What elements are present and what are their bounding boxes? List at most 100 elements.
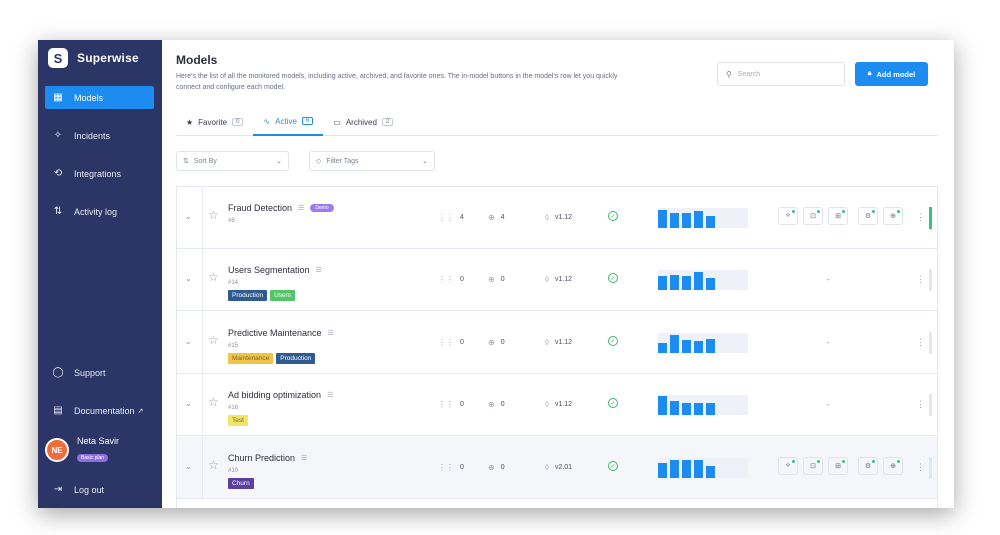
brand-name: Superwise [77,51,139,65]
model-tabs: ★ Favorite 0 ∿ Active 6 ▭ Archived 2 [176,108,938,136]
sidebar-item-incidents[interactable]: ✧ Incidents [45,124,154,147]
activity-bar [682,276,691,290]
schema-icon[interactable]: ⊞ [828,207,848,225]
tags: Test [228,415,248,426]
check-circle-icon: ✓ [608,211,618,221]
add-model-label: Add model [876,69,916,79]
data-icon[interactable]: ⊡ [803,457,823,475]
segments-value: 0 [460,276,464,283]
version-icon: ◊ [545,275,549,284]
user-name: Neta Savir [77,436,120,446]
more-options-icon[interactable]: ⋮ [916,212,925,223]
list-icon: ☰ [327,392,334,399]
activity-bar [658,343,667,353]
divider [202,187,203,249]
settings-icon[interactable]: ⚙ [858,457,878,475]
app-window: S Superwise ▦ Models ✧ Incidents ⟲ Integ… [38,40,954,508]
version-value: v1.12 [554,276,573,283]
more-options-icon[interactable]: ⋮ [916,337,925,348]
sidebar-item-activity-log[interactable]: ⇅ Activity log [45,200,154,223]
add-model-button[interactable]: 🔒︎ Add model [855,62,928,86]
archive-icon: ▭ [333,117,341,127]
filter-tags-dropdown[interactable]: ◇ Filter Tags ⌄ [309,151,435,171]
grid-icon: ▦ [53,92,63,103]
connect-icon[interactable]: ⟡ [778,207,798,225]
tab-archived[interactable]: ▭ Archived 2 [323,108,403,136]
search-box[interactable]: ⚲ [717,62,845,86]
version: ◊ v1.12 [545,213,572,222]
table-row[interactable]: ⌄ ☆ Predictive Maintenance ☰ #15 Maintenance P… [177,312,937,374]
tag-badge: Maintenance [228,353,274,364]
tab-label: Archived [345,117,377,127]
tab-count: 0 [232,118,244,126]
activity-bar [694,272,703,290]
models-table: ⌄ ☆ Fraud Detection ☰ Demo #8 ⋮⋮ 4 ⊕ 4 ◊ v1.12 ✓ ⟡ ⊡ ⊞ ⚙… [176,186,938,508]
sidebar-item-integrations[interactable]: ⟲ Integrations [45,162,154,185]
magnifier-icon: ⊕ [488,338,495,347]
search-input[interactable] [737,70,828,78]
monitor-icon[interactable]: ⊕ [883,207,903,225]
version-icon: ◊ [545,213,549,222]
activity-bar [706,403,715,415]
version: ◊ v2.01 [545,463,572,472]
check-circle-icon: ✓ [608,461,618,471]
arrows-icon: ⇅ [53,206,63,217]
tag-badge: Production [228,290,268,301]
chevron-down-icon[interactable]: ⌄ [185,274,192,283]
model-name[interactable]: Predictive Maintenance [228,328,322,338]
sort-icon: ⇅ [183,158,189,165]
chevron-down-icon[interactable]: ⌄ [185,399,192,408]
version-icon: ◊ [545,338,549,347]
more-options-icon[interactable]: ⋮ [916,462,925,473]
monitor-icon[interactable]: ⊕ [883,457,903,475]
sort-dropdown[interactable]: ⇅ Sort By ⌄ [176,151,289,171]
connect-icon[interactable]: ⟡ [778,457,798,475]
magnifier-icon: ⊕ [488,213,495,222]
tab-count: 6 [301,117,314,125]
chevron-down-icon[interactable]: ⌄ [185,212,192,221]
tab-label: Active [275,116,297,126]
star-icon[interactable]: ☆ [208,333,219,347]
activity-bar [682,460,691,478]
tab-favorite[interactable]: ★ Favorite 0 [176,108,253,136]
star-icon[interactable]: ☆ [208,458,219,472]
sidebar-item-label: Incidents [74,130,111,141]
logout-button[interactable]: ⇥ Log out [45,478,154,501]
sidebar-item-label: Activity log [74,206,118,217]
row-edge-handle [929,457,932,479]
schema-icon[interactable]: ⊞ [828,457,848,475]
brand[interactable]: S Superwise [48,48,139,68]
more-options-icon[interactable]: ⋮ [916,274,925,285]
segments-value: 0 [460,401,464,408]
star-icon[interactable]: ☆ [208,208,219,222]
filter-tags-label: Filter Tags [326,157,359,165]
more-options-icon[interactable]: ⋮ [916,399,925,410]
settings-icon[interactable]: ⚙ [858,207,878,225]
activity-bar [706,278,715,290]
segments-icon: ⋮⋮ [438,213,454,222]
chevron-down-icon[interactable]: ⌄ [185,462,192,471]
activity-bar [658,396,667,415]
main-content: Models Here's the list of all the monito… [162,40,954,508]
sidebar-item-label: Support [74,367,106,378]
sidebar-item-support[interactable]: ◯ Support [45,361,154,384]
tab-active[interactable]: ∿ Active 6 [253,108,324,136]
star-icon[interactable]: ☆ [208,395,219,409]
chevron-down-icon[interactable]: ⌄ [185,337,192,346]
model-name[interactable]: Fraud Detection [228,203,292,213]
segments-value: 0 [460,464,464,471]
table-row[interactable]: ⌄ ☆ Users Segmentation ☰ #14 Production Users ⋮… [177,249,937,311]
model-name[interactable]: Ad bidding optimization [228,390,321,400]
activity-bars [658,395,748,415]
data-icon[interactable]: ⊡ [803,207,823,225]
tab-count: 2 [381,118,394,126]
table-row[interactable]: ⌄ ☆ Ad bidding optimization ☰ #16 Test ⋮⋮ 0 ⊕ 0 ◊ v… [177,374,937,436]
user-profile[interactable]: NE Neta Savir Basic plan [45,436,119,464]
table-row[interactable]: ⌄ ☆ Fraud Detection ☰ Demo #8 ⋮⋮ 4 ⊕ 4 ◊ v1.12 ✓ ⟡ ⊡ ⊞ ⚙… [177,187,937,249]
model-name[interactable]: Users Segmentation [228,265,310,275]
table-row[interactable]: ⌄ ☆ Churn Prediction ☰ #10 Churn ⋮⋮ 0 ⊕ 0 ◊ v2.01 ✓ ⟡… [177,437,937,499]
sidebar-item-models[interactable]: ▦ Models [45,86,154,109]
star-icon[interactable]: ☆ [208,270,219,284]
sidebar-item-documentation[interactable]: ▤ Documentation ↗ [45,399,154,422]
model-name[interactable]: Churn Prediction [228,453,295,463]
